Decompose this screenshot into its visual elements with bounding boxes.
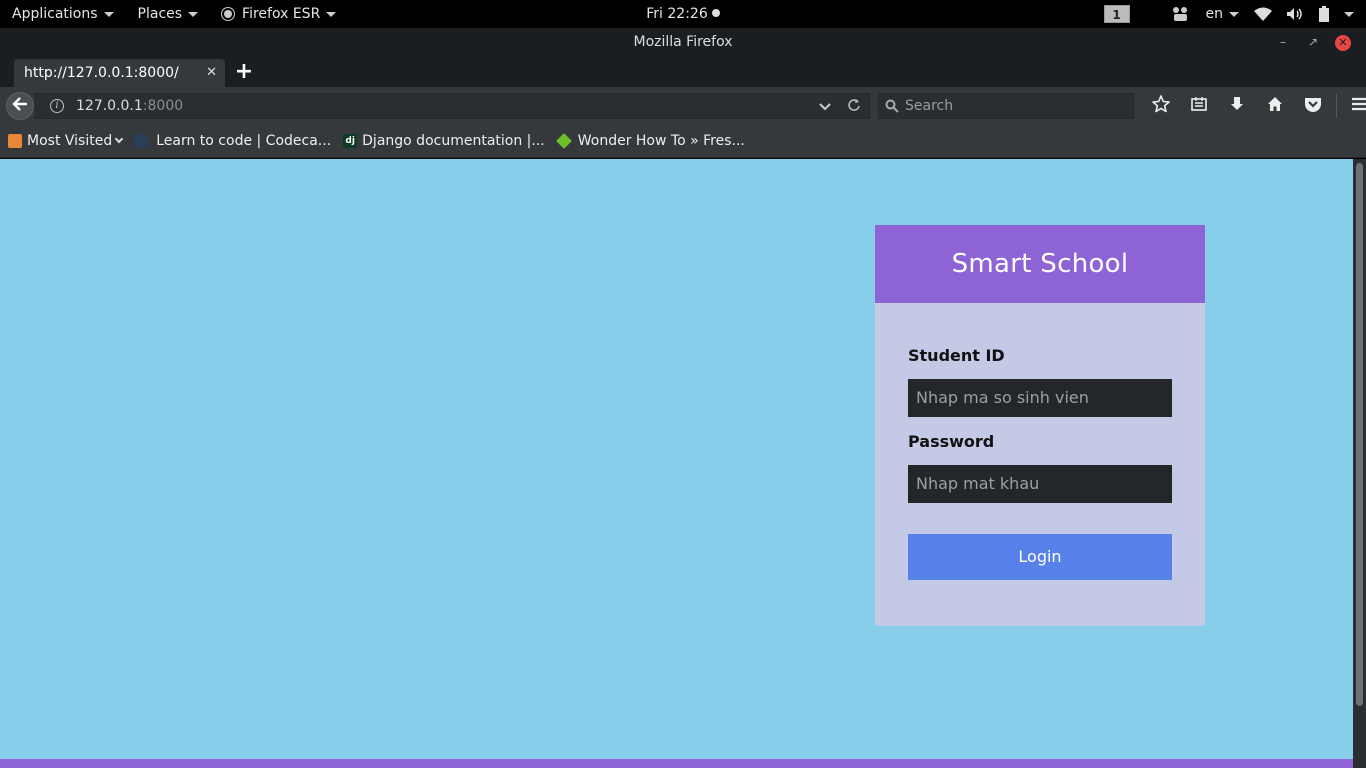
login-title: Smart School [875,225,1205,303]
places-menu-label: Places [137,6,183,22]
notification-dot-icon [711,9,720,17]
wifi-icon[interactable] [1254,7,1272,21]
django-icon: dj [343,134,358,148]
chevron-down-icon [114,134,124,144]
applications-menu[interactable]: Applications [0,0,126,28]
search-icon [885,99,899,113]
search-placeholder: Search [905,98,954,114]
url-port: :8000 [142,98,184,114]
open-menu-button[interactable] [1341,87,1366,125]
chevron-down-icon [1229,11,1239,17]
minimize-icon: – [1280,35,1286,49]
student-id-input[interactable] [908,379,1172,417]
codecademy-icon [134,134,149,148]
url-host: 127.0.0.1 [76,98,143,114]
clock-text: Fri 22:26 [646,6,708,22]
chevron-down-icon [103,11,114,17]
scrollbar-thumb[interactable] [1356,163,1363,706]
bookmark-django-docs[interactable]: dj Django documentation |... [343,133,545,149]
window-title-bar[interactable]: Mozilla Firefox – ↗ ✕ [0,28,1366,57]
places-menu[interactable]: Places [126,0,211,28]
site-info-icon[interactable]: i [50,99,64,113]
battery-icon[interactable] [1318,6,1330,22]
bookmark-label: Most Visited [27,133,113,149]
system-top-bar: Applications Places Firefox ESR Fri 22:2… [0,0,1366,28]
bookmarks-list-icon [1191,96,1207,116]
chevron-down-icon [1344,11,1354,17]
bookmark-label: Django documentation |... [362,133,545,149]
login-form: Student ID Password Login [875,345,1205,580]
bookmark-star-button[interactable] [1142,87,1180,125]
language-label: en [1205,6,1224,22]
pocket-icon [1304,96,1322,116]
volume-icon[interactable] [1286,7,1304,21]
url-text[interactable]: 127.0.0.1:8000 [76,98,183,114]
tab-strip: http://127.0.0.1:8000/ ✕ + [0,57,1366,87]
url-bar[interactable]: i 127.0.0.1:8000 [34,93,870,119]
maximize-button[interactable]: ↗ [1298,28,1328,57]
password-input[interactable] [908,465,1172,503]
bookmark-most-visited[interactable]: Most Visited [8,133,124,149]
plus-icon: + [234,59,254,84]
star-icon [1152,95,1170,117]
accessibility-icon[interactable] [1171,6,1191,22]
wonderhowto-icon [555,133,572,149]
app-menu-label: Firefox ESR [242,6,321,22]
system-menu[interactable] [1344,11,1354,17]
bookmark-label: Learn to code | Codeca... [156,133,332,149]
folder-icon [8,134,22,148]
tab-label: http://127.0.0.1:8000/ [24,65,179,81]
workspace-indicator[interactable]: 1 [1103,5,1130,23]
hamburger-menu-icon [1352,97,1366,115]
app-menu[interactable]: Firefox ESR [210,0,348,28]
search-bar[interactable]: Search [878,93,1134,119]
language-menu[interactable]: en [1198,0,1248,28]
download-arrow-icon [1229,96,1245,116]
password-label: Password [908,432,995,451]
student-id-label: Student ID [908,346,1005,365]
chevron-down-icon [188,11,199,17]
login-button[interactable]: Login [908,534,1172,580]
tab-localhost[interactable]: http://127.0.0.1:8000/ ✕ [14,59,225,87]
clock[interactable]: Fri 22:26 [646,6,720,22]
new-tab-button[interactable]: + [233,60,255,84]
reload-icon[interactable] [847,98,861,116]
bookmarks-toolbar: Most Visited Learn to code | Codeca... d… [0,125,1366,158]
back-button[interactable] [6,92,34,120]
window-title: Mozilla Firefox [633,34,733,50]
downloads-button[interactable] [1218,87,1256,125]
close-icon: ✕ [1335,34,1351,51]
bookmark-label: Wonder How To » Fres... [577,133,745,149]
applications-menu-label: Applications [12,6,98,22]
close-window-button[interactable]: ✕ [1328,28,1358,57]
page-footer [0,759,1353,768]
bookmarks-menu-button[interactable] [1180,87,1218,125]
close-tab-icon[interactable]: ✕ [206,65,217,80]
chevron-down-icon [326,11,337,17]
home-button[interactable] [1256,87,1294,125]
page-scrollbar[interactable] [1353,159,1366,768]
bookmark-wonderhowto[interactable]: Wonder How To » Fres... [555,133,745,149]
bookmark-codecademy[interactable]: Learn to code | Codeca... [134,133,331,149]
home-icon [1267,96,1283,116]
restore-icon: ↗ [1307,35,1319,49]
firefox-icon [222,8,235,20]
toolbar-separator [1336,94,1337,118]
url-history-dropdown-icon[interactable] [819,100,831,116]
pocket-button[interactable] [1294,87,1332,125]
navigation-toolbar: i 127.0.0.1:8000 Search [0,87,1366,125]
back-arrow-icon [12,97,28,115]
login-card: Smart School Student ID Password Login [875,225,1205,626]
page-content: Smart School Student ID Password Login [0,159,1353,768]
minimize-button[interactable]: – [1268,28,1298,57]
